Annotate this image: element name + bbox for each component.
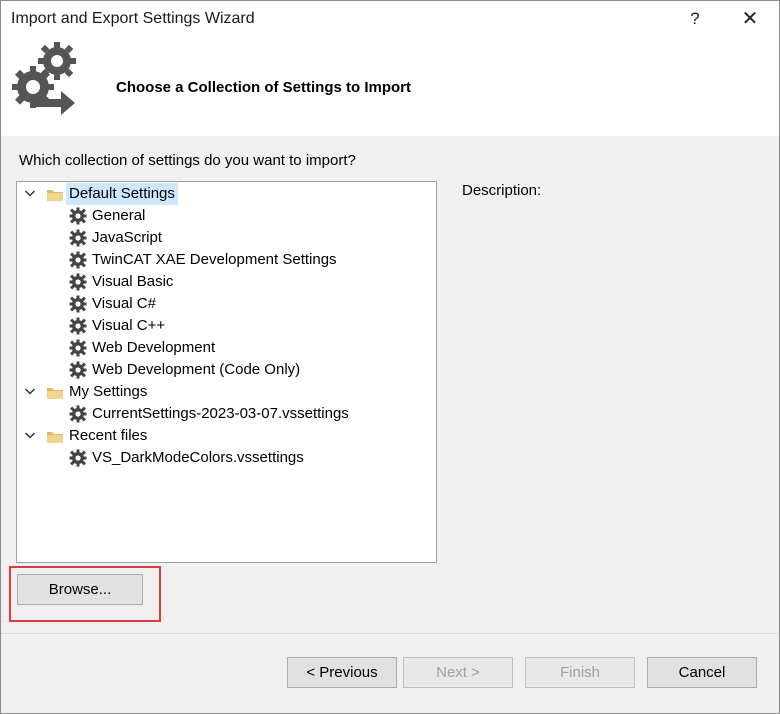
gear-icon — [69, 207, 87, 225]
chevron-down-icon[interactable] — [24, 183, 36, 205]
tree-group-node[interactable]: Recent files — [17, 425, 434, 447]
tree-group-label[interactable]: Default Settings — [66, 183, 178, 205]
tree-item[interactable]: Visual Basic — [17, 271, 434, 293]
tree-group-node[interactable]: Default Settings — [17, 183, 434, 205]
help-button[interactable]: ? — [685, 9, 705, 29]
page-title: Choose a Collection of Settings to Impor… — [116, 79, 412, 96]
tree-item[interactable]: Web Development — [17, 337, 434, 359]
wizard-header: Choose a Collection of Settings to Impor… — [1, 37, 779, 136]
wizard-window: Import and Export Settings Wizard ? ✕ Ch… — [0, 0, 780, 714]
tree-item[interactable]: General — [17, 205, 434, 227]
description-label: Description: — [462, 182, 542, 199]
tree-item-label[interactable]: TwinCAT XAE Development Settings — [89, 249, 340, 271]
title-bar: Import and Export Settings Wizard ? ✕ — [1, 1, 779, 37]
tree-item[interactable]: CurrentSettings-2023-03-07.vssettings — [17, 403, 434, 425]
collection-prompt: Which collection of settings do you want… — [19, 152, 356, 169]
gears-arrow-icon — [12, 42, 76, 115]
gear-icon — [69, 361, 87, 379]
tree-item-label[interactable]: Web Development (Code Only) — [89, 359, 303, 381]
tree-group-label[interactable]: Recent files — [66, 425, 150, 447]
gear-icon — [69, 229, 87, 247]
folder-icon — [46, 385, 64, 399]
gear-icon — [69, 405, 87, 423]
tree-item[interactable]: TwinCAT XAE Development Settings — [17, 249, 434, 271]
tree-group-label[interactable]: My Settings — [66, 381, 150, 403]
settings-tree[interactable]: Default Settings General JavaScript TwinCAT… — [16, 181, 437, 563]
footer-separator — [1, 633, 779, 634]
tree-item-label[interactable]: Visual Basic — [89, 271, 176, 293]
tree-group-node[interactable]: My Settings — [17, 381, 434, 403]
tree-item-label[interactable]: Visual C# — [89, 293, 159, 315]
window-title: Import and Export Settings Wizard — [11, 10, 255, 27]
gear-icon — [69, 317, 87, 335]
tree-item-label[interactable]: Web Development — [89, 337, 218, 359]
close-button[interactable]: ✕ — [737, 7, 763, 31]
finish-button[interactable]: Finish — [525, 657, 635, 688]
tree-item[interactable]: VS_DarkModeColors.vssettings — [17, 447, 434, 469]
gear-icon — [69, 295, 87, 313]
gear-icon — [69, 339, 87, 357]
chevron-down-icon[interactable] — [24, 425, 36, 447]
next-button[interactable]: Next > — [403, 657, 513, 688]
tree-item-label[interactable]: Visual C++ — [89, 315, 168, 337]
tree-item[interactable]: Visual C++ — [17, 315, 434, 337]
gear-icon — [69, 251, 87, 269]
tree-item-label[interactable]: JavaScript — [89, 227, 165, 249]
tree-item[interactable]: Visual C# — [17, 293, 434, 315]
cancel-button[interactable]: Cancel — [647, 657, 757, 688]
chevron-down-icon[interactable] — [24, 381, 36, 403]
tree-item-label[interactable]: General — [89, 205, 148, 227]
previous-button[interactable]: < Previous — [287, 657, 397, 688]
tree-item-label[interactable]: VS_DarkModeColors.vssettings — [89, 447, 307, 469]
folder-icon — [46, 187, 64, 201]
gear-icon — [69, 273, 87, 291]
tree-item[interactable]: JavaScript — [17, 227, 434, 249]
browse-button[interactable]: Browse... — [17, 574, 143, 605]
tree-item[interactable]: Web Development (Code Only) — [17, 359, 434, 381]
tree-item-label[interactable]: CurrentSettings-2023-03-07.vssettings — [89, 403, 352, 425]
gear-icon — [69, 449, 87, 467]
folder-icon — [46, 429, 64, 443]
